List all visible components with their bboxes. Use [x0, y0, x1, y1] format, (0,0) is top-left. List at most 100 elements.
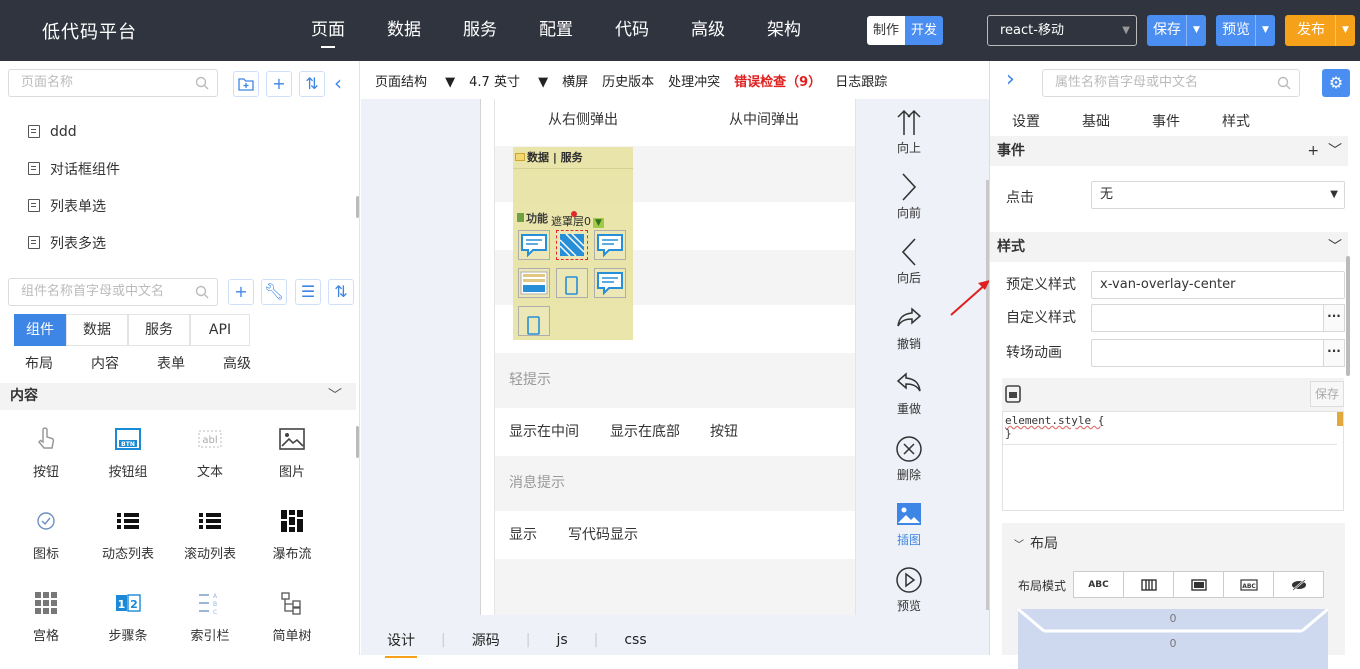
toast-center-button[interactable]: 显示在中间 [509, 408, 579, 456]
tab-js[interactable]: js [556, 632, 567, 648]
more-icon[interactable]: ··· [1323, 304, 1345, 332]
gear-icon[interactable]: ⚙ [1322, 69, 1350, 97]
save-button[interactable]: 保存 ▼ [1147, 15, 1206, 46]
overlay-mask-icon[interactable] [556, 230, 588, 260]
message-icon[interactable] [518, 230, 550, 260]
conflict-button[interactable]: 处理冲突 [668, 71, 720, 90]
caret-down-icon[interactable]: ▼ [1186, 15, 1206, 46]
message-icon[interactable] [594, 268, 626, 298]
list-order-button[interactable]: ☰ [295, 279, 321, 305]
component-search-input[interactable]: 组件名称首字母或中文名 [8, 278, 218, 306]
tab-css[interactable]: css [624, 632, 646, 648]
tab-data[interactable]: 数据 [66, 314, 128, 346]
style-code-editor[interactable]: element.style { } [1002, 411, 1344, 511]
phone-frame-icon[interactable] [518, 306, 550, 336]
nav-data[interactable]: 数据 [366, 0, 442, 61]
log-trace-button[interactable]: 日志跟踪 [835, 71, 887, 90]
insert-image-button[interactable]: 插图 [889, 497, 929, 548]
nav-architecture[interactable]: 架构 [746, 0, 822, 61]
preview-side-button[interactable]: 预览 [889, 563, 929, 614]
more-icon[interactable]: ··· [1323, 339, 1345, 367]
redo-button[interactable]: 重做 [889, 366, 929, 417]
tab-settings[interactable]: 设置 [1012, 111, 1040, 131]
padding-top-value[interactable]: 0 [1018, 637, 1328, 650]
component-button[interactable]: 按钮 [5, 419, 87, 501]
component-text[interactable]: abl 文本 [169, 419, 251, 501]
history-button[interactable]: 历史版本 [602, 71, 654, 90]
tab-api[interactable]: API [190, 314, 250, 346]
component-image[interactable]: 图片 [251, 419, 333, 501]
layout-section-header[interactable]: ﹀ 布局 [1014, 533, 1058, 553]
sort-pages-button[interactable]: ⇅ [299, 71, 325, 97]
collapse-left-icon[interactable]: ‹ [334, 71, 342, 95]
component-steps[interactable]: 12 步骤条 [87, 583, 169, 665]
tab-basic[interactable]: 基础 [1082, 111, 1110, 131]
subtab-advanced[interactable]: 高级 [223, 353, 251, 373]
nav-page[interactable]: 页面 [290, 0, 366, 61]
nav-code[interactable]: 代码 [594, 0, 670, 61]
overlay-mask-label[interactable]: 遮罩层0 ▼ [551, 213, 604, 229]
component-simple-tree[interactable]: 简单树 [251, 583, 333, 665]
toast-bottom-button[interactable]: 显示在底部 [610, 408, 680, 456]
preview-button[interactable]: 预览 ▼ [1216, 15, 1275, 46]
style-save-button[interactable]: 保存 [1310, 381, 1344, 407]
landscape-button[interactable]: 横屏 [562, 71, 588, 90]
caret-down-icon[interactable]: ▼ [1335, 15, 1355, 46]
forward-button[interactable]: 向前 [889, 170, 929, 221]
toast-button[interactable]: 按钮 [710, 408, 738, 456]
wrench-button[interactable]: 🔧︎ [261, 279, 287, 305]
property-search-input[interactable]: 属性名称首字母或中文名 [1042, 69, 1300, 97]
add-component-button[interactable]: + [228, 279, 254, 305]
undo-button[interactable]: 撤销 [889, 301, 929, 352]
layout-mode-flex-button[interactable] [1123, 571, 1174, 598]
add-page-button[interactable]: + [266, 71, 292, 97]
content-section-header[interactable]: 内容 ﹀ [0, 383, 356, 410]
layout-mode-block-button[interactable] [1173, 571, 1224, 598]
layout-rows-icon[interactable] [518, 268, 550, 298]
page-item[interactable]: 对话框组件 [28, 150, 120, 187]
layout-mode-inline-button[interactable]: ABC [1073, 571, 1124, 598]
tab-events[interactable]: 事件 [1152, 111, 1180, 131]
nav-config[interactable]: 配置 [518, 0, 594, 61]
tab-source[interactable]: 源码 [472, 630, 500, 650]
sort-components-button[interactable]: ⇅ [328, 279, 354, 305]
page-item[interactable]: 列表单选 [28, 187, 120, 224]
overlay-component-palette[interactable]: 数据 | 服务 功能 遮罩层0 ▼ [513, 147, 633, 340]
component-icon[interactable]: 图标 [5, 501, 87, 583]
phone-frame-icon[interactable] [556, 268, 588, 298]
delete-button[interactable]: 删除 [889, 432, 929, 483]
popup-right-button[interactable]: 从右侧弹出 [548, 99, 618, 141]
tab-service[interactable]: 服务 [128, 314, 190, 346]
tab-design[interactable]: 设计 [385, 630, 417, 658]
page-structure-button[interactable]: 页面结构 ▼ [375, 71, 455, 90]
backward-button[interactable]: 向后 [889, 235, 929, 286]
subtab-form[interactable]: 表单 [157, 353, 185, 373]
mode-make-button[interactable]: 制作 [867, 16, 905, 45]
device-size-select[interactable]: 4.7 英寸 ▼ [469, 71, 548, 90]
add-folder-button[interactable] [233, 71, 259, 97]
page-item[interactable]: ddd [28, 113, 120, 150]
custom-style-input[interactable]: ··· [1091, 304, 1345, 332]
move-up-button[interactable]: 向上 [889, 105, 929, 156]
transition-input[interactable]: ··· [1091, 339, 1345, 367]
layout-mode-hidden-button[interactable] [1273, 571, 1324, 598]
nav-advanced[interactable]: 高级 [670, 0, 746, 61]
events-section-header[interactable]: 事件 + ﹀ [990, 136, 1348, 166]
tab-components[interactable]: 组件 [14, 314, 66, 346]
page-search-input[interactable]: 页面名称 [8, 69, 218, 97]
mode-dev-button[interactable]: 开发 [905, 16, 943, 45]
page-list-scrollbar[interactable] [356, 196, 359, 218]
message-code-button[interactable]: 写代码显示 [568, 511, 638, 559]
expand-right-icon[interactable]: › [1006, 67, 1015, 92]
component-button-group[interactable]: BTN 按钮组 [87, 419, 169, 501]
copy-icon[interactable] [1004, 384, 1022, 408]
component-dynamic-list[interactable]: 动态列表 [87, 501, 169, 583]
caret-down-icon[interactable]: ▼ [1255, 15, 1275, 46]
margin-top-value[interactable]: 0 [1018, 612, 1328, 625]
message-icon[interactable] [594, 230, 626, 260]
project-select[interactable]: react-移动 ▼ [987, 15, 1137, 46]
component-scrollbar[interactable] [356, 426, 359, 458]
page-item[interactable]: 列表多选 [28, 224, 120, 261]
error-check-button[interactable]: 错误检查（9） [734, 71, 821, 90]
nav-service[interactable]: 服务 [442, 0, 518, 61]
